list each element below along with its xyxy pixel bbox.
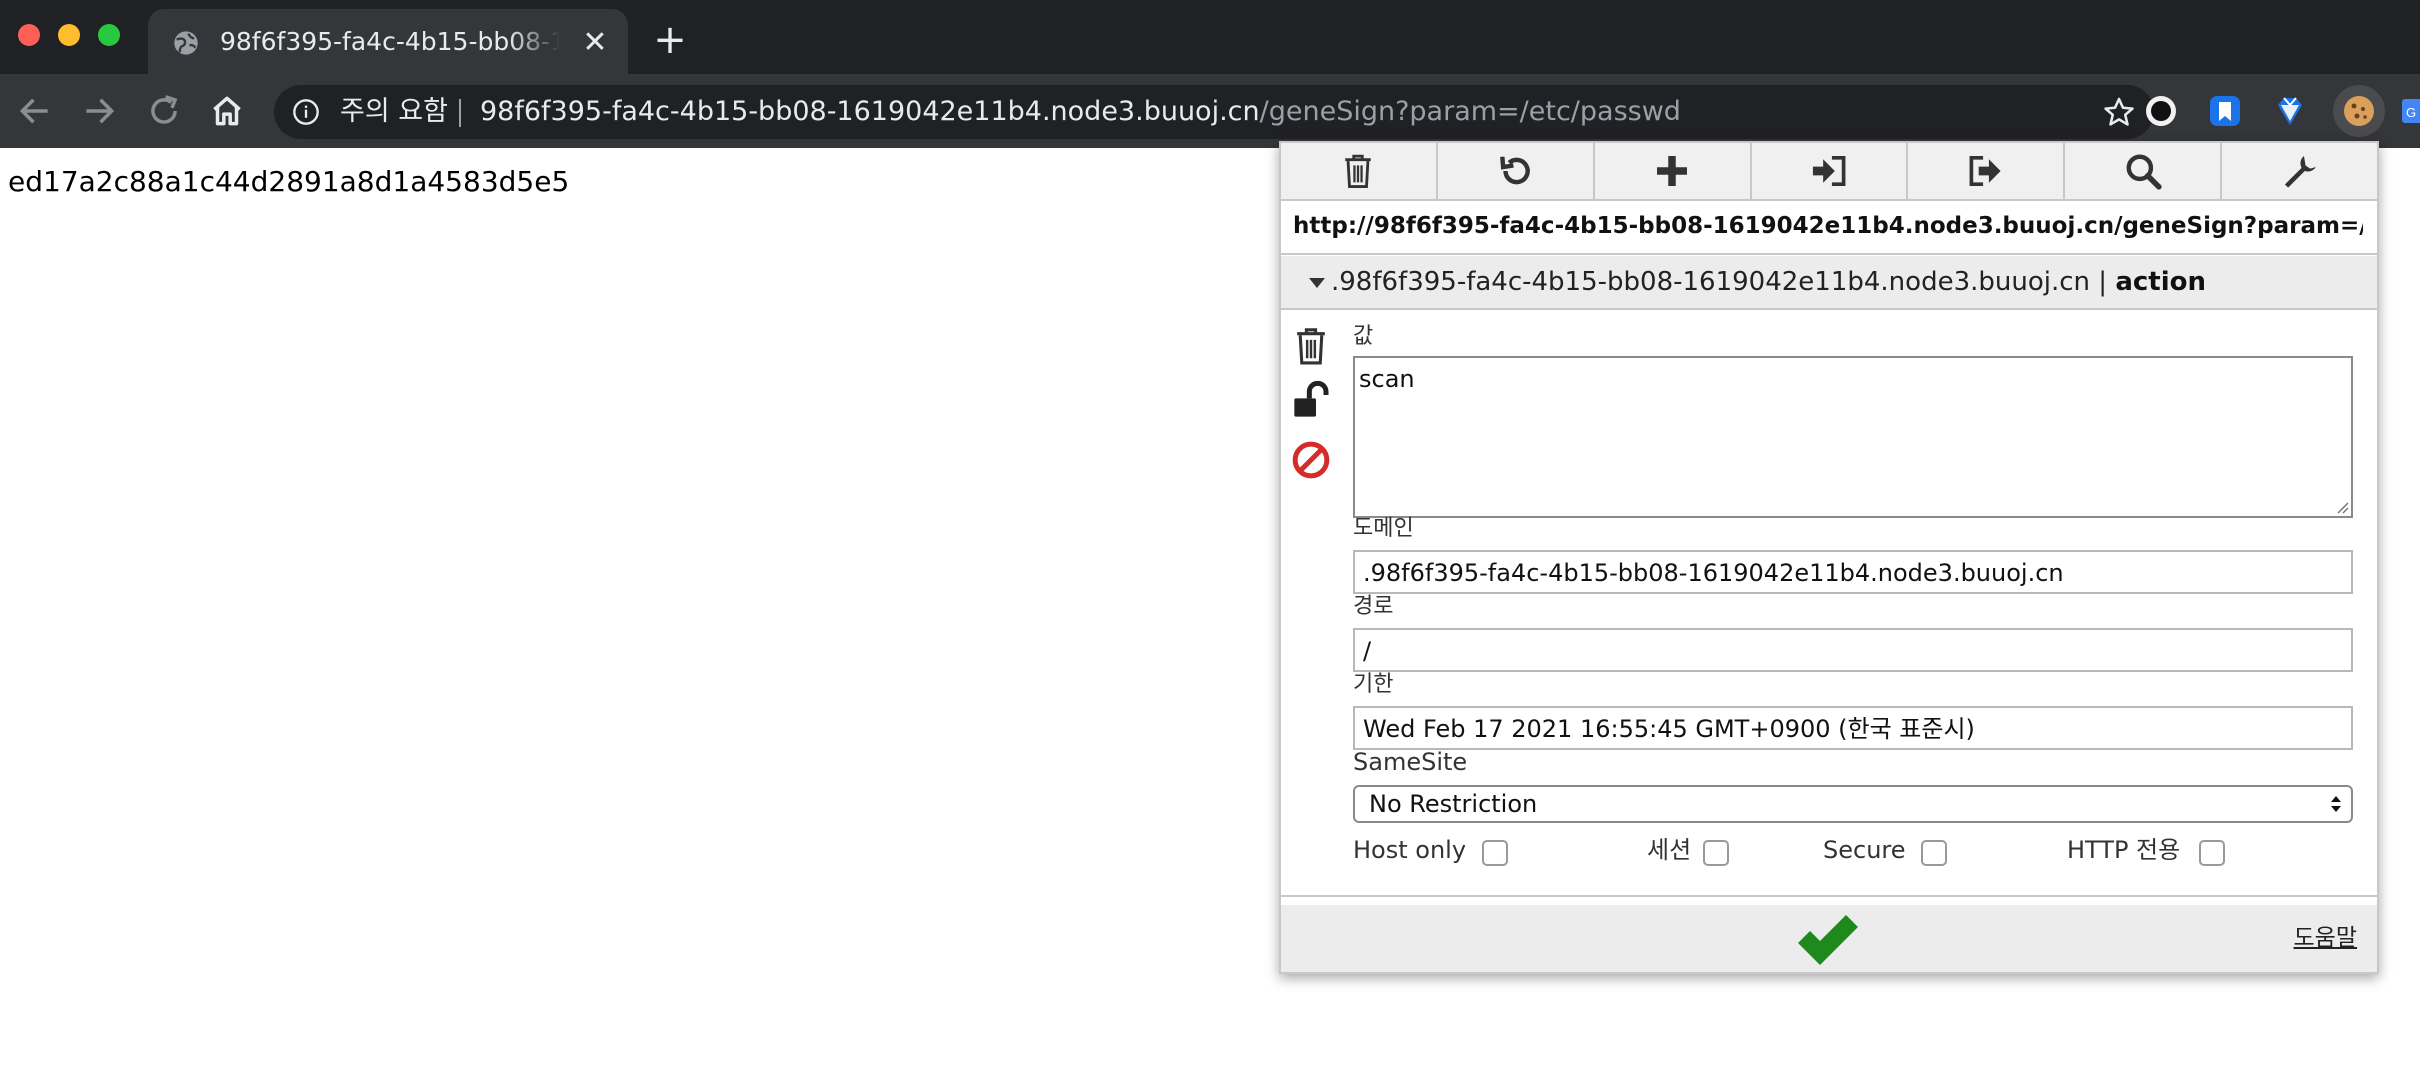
svg-text:G: G <box>2406 105 2416 120</box>
trash-icon <box>1345 154 1372 188</box>
options-button[interactable] <box>2222 143 2377 199</box>
add-cookie-button[interactable] <box>1595 143 1752 199</box>
forward-button[interactable] <box>80 92 118 130</box>
tab-close-button[interactable]: ✕ <box>580 28 610 58</box>
address-bar[interactable]: 주의 요함 98f6f395-fa4c-4b15-bb08-1619042e11… <box>274 85 2154 139</box>
minimize-window-button[interactable] <box>58 24 80 46</box>
expires-label: 기한 <box>1353 672 1394 697</box>
cookie-domain: .98f6f395-fa4c-4b15-bb08-1619042e11b4.no… <box>1331 267 2091 297</box>
close-window-button[interactable] <box>18 24 40 46</box>
value-textarea[interactable]: scan <box>1353 356 2353 518</box>
reload-button[interactable] <box>145 92 183 130</box>
cookie-editor-popup: http://98f6f395-fa4c-4b15-bb08-1619042e1… <box>1279 141 2379 974</box>
value-text: scan <box>1359 365 1415 393</box>
path-field[interactable]: / <box>1353 628 2353 672</box>
http-only-checkbox[interactable] <box>2199 840 2225 866</box>
import-icon <box>1812 156 1846 186</box>
new-tab-button[interactable]: + <box>652 20 688 60</box>
resize-grip-icon[interactable] <box>2335 500 2349 514</box>
security-warning[interactable]: 주의 요함 <box>340 94 448 130</box>
undo-icon <box>1500 156 1531 185</box>
samesite-label: SameSite <box>1353 748 1468 776</box>
browser-tab[interactable]: 98f6f395-fa4c-4b15-bb08-1619042e11b4.nod… <box>148 9 628 74</box>
cookie-header-title: .98f6f395-fa4c-4b15-bb08-1619042e11b4.no… <box>1331 266 2206 298</box>
search-button[interactable] <box>2065 143 2223 199</box>
tab-title: 98f6f395-fa4c-4b15-bb08-1619042e11b4.nod… <box>220 27 560 56</box>
info-icon[interactable] <box>292 98 320 126</box>
reset-button[interactable] <box>1438 143 1595 199</box>
home-button[interactable] <box>208 92 246 130</box>
translate-icon[interactable]: G <box>2400 89 2420 133</box>
host-only-label: Host only <box>1353 836 1467 864</box>
domain-field[interactable]: .98f6f395-fa4c-4b15-bb08-1619042e11b4.no… <box>1353 550 2353 594</box>
unlock-icon[interactable] <box>1291 380 1331 420</box>
samesite-select[interactable]: No Restriction <box>1353 785 2353 823</box>
block-icon[interactable] <box>1291 440 1331 480</box>
expires-field[interactable]: Wed Feb 17 2021 16:55:45 GMT+0900 (한국 표준… <box>1353 706 2353 750</box>
plus-icon <box>1657 156 1688 186</box>
omnibox-divider <box>459 99 461 127</box>
divider <box>1281 253 2377 255</box>
cookie-editor-footer: 도움말 <box>1281 905 2377 972</box>
delete-all-button[interactable] <box>1281 143 1438 199</box>
current-url: http://98f6f395-fa4c-4b15-bb08-1619042e1… <box>1293 213 2363 239</box>
globe-icon <box>174 31 198 55</box>
footer-divider <box>1281 895 2377 897</box>
path-label: 경로 <box>1353 594 1394 619</box>
delete-cookie-icon[interactable] <box>1291 326 1331 366</box>
diamond-icon[interactable] <box>2268 89 2312 133</box>
wrench-icon <box>2284 155 2316 188</box>
page-body-text: ed17a2c88a1c44d2891a8d1a4583d5e5 <box>8 165 570 198</box>
export-icon <box>1969 156 2001 186</box>
url-host: 98f6f395-fa4c-4b15-bb08-1619042e11b4.nod… <box>480 96 1260 127</box>
expand-triangle-icon <box>1309 278 1325 288</box>
secure-label: Secure <box>1823 836 1906 864</box>
tab-bar: 98f6f395-fa4c-4b15-bb08-1619042e11b4.nod… <box>0 0 2420 74</box>
zoom-window-button[interactable] <box>98 24 120 46</box>
cookie-editor-toolbar <box>1281 143 2377 201</box>
browser-toolbar: 주의 요함 98f6f395-fa4c-4b15-bb08-1619042e11… <box>0 74 2420 148</box>
select-arrows-icon <box>2331 796 2341 812</box>
cookie-header[interactable]: .98f6f395-fa4c-4b15-bb08-1619042e11b4.no… <box>1281 256 2377 310</box>
export-button[interactable] <box>1908 143 2066 199</box>
search-icon <box>2126 154 2162 190</box>
secure-checkbox[interactable] <box>1921 840 1947 866</box>
samesite-value: No Restriction <box>1369 790 1538 818</box>
value-label: 값 <box>1353 324 1374 349</box>
session-checkbox[interactable] <box>1703 840 1729 866</box>
bookmark-star-icon[interactable] <box>2102 95 2136 129</box>
cookie-name: action <box>2115 267 2206 297</box>
cookie-separator: | <box>2098 267 2108 297</box>
session-label: 세션 <box>1647 836 1692 864</box>
url-path: /geneSign?param=/etc/passwd <box>1259 96 1681 127</box>
save-checkmark-icon[interactable] <box>1794 913 1862 967</box>
github-icon[interactable] <box>2139 89 2183 133</box>
bookmark-icon[interactable] <box>2203 89 2247 133</box>
domain-label: 도메인 <box>1353 516 1414 541</box>
import-button[interactable] <box>1752 143 1909 199</box>
http-only-label: HTTP 전용 <box>2067 836 2181 864</box>
help-link[interactable]: 도움말 <box>2294 923 2357 953</box>
cookie-icon[interactable] <box>2333 85 2385 137</box>
host-only-checkbox[interactable] <box>1482 840 1508 866</box>
url-text[interactable]: 98f6f395-fa4c-4b15-bb08-1619042e11b4.nod… <box>480 94 1681 130</box>
back-button[interactable] <box>16 92 54 130</box>
